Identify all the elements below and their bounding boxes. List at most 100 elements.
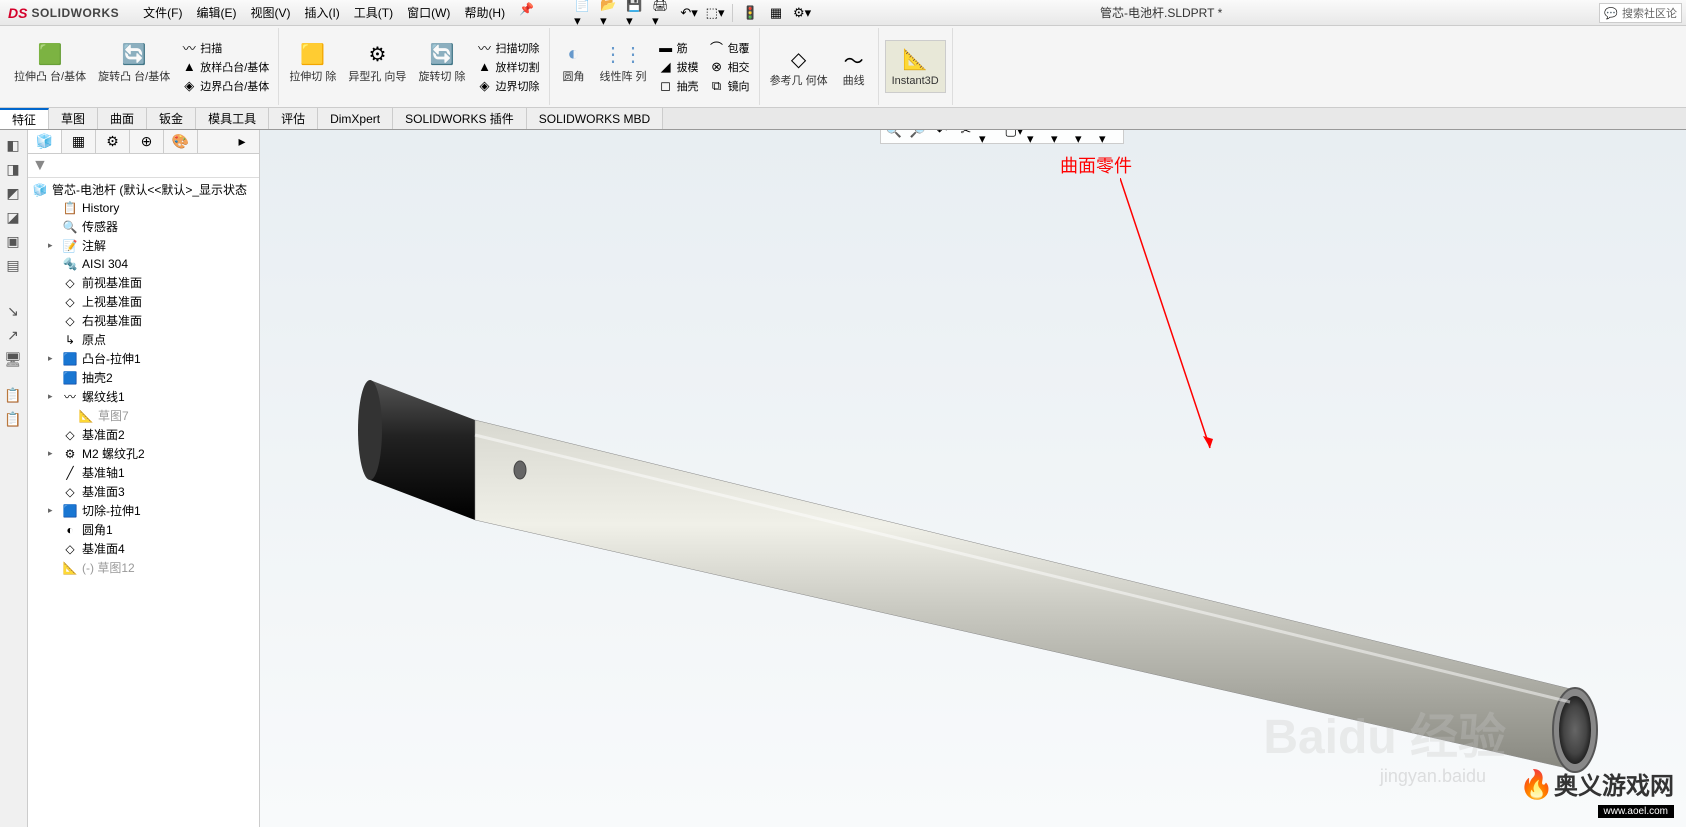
tree-item-8[interactable]: ▸🟦凸台-拉伸1: [28, 349, 259, 368]
rebuild-button[interactable]: 🚦: [739, 3, 761, 23]
tree-item-1[interactable]: 🔍传感器: [28, 217, 259, 236]
cut-revolve-button[interactable]: 🔄旋转切 除: [414, 39, 469, 95]
tab-mbd[interactable]: SOLIDWORKS MBD: [527, 108, 663, 129]
draft-button[interactable]: ◢拔模: [655, 58, 702, 76]
rail-btn-11[interactable]: 📋: [2, 408, 24, 430]
boundary-button[interactable]: ◈边界凸台/基体: [178, 77, 272, 95]
mirror-button[interactable]: ⧉镜向: [706, 77, 753, 95]
boss-extrude-button[interactable]: 🟩拉伸凸 台/基体: [10, 39, 90, 95]
prev-view-button[interactable]: ↶: [931, 130, 953, 141]
curves-button[interactable]: 〜曲线: [836, 43, 872, 89]
tree-item-9[interactable]: 🟦抽壳2: [28, 368, 259, 387]
rail-btn-2[interactable]: ◨: [2, 158, 24, 180]
shell-button[interactable]: ◻抽壳: [655, 77, 702, 95]
panel-tab-property[interactable]: ▦: [62, 130, 96, 153]
tab-features[interactable]: 特征: [0, 108, 49, 129]
zoom-area-button[interactable]: 🔎: [907, 130, 929, 141]
menu-insert[interactable]: 插入(I): [298, 2, 345, 23]
menu-edit[interactable]: 编辑(E): [190, 2, 242, 23]
tab-surface[interactable]: 曲面: [98, 108, 147, 129]
fillet-button[interactable]: ◐圆角: [556, 39, 592, 95]
tree-item-13[interactable]: ▸⚙M2 螺纹孔2: [28, 444, 259, 463]
tab-sketch[interactable]: 草图: [49, 108, 98, 129]
tree-item-6[interactable]: ◇右视基准面: [28, 311, 259, 330]
display-style-button[interactable]: ▢▾: [1003, 130, 1025, 141]
panel-tab-tree[interactable]: 🧊: [28, 130, 62, 153]
boss-revolve-button[interactable]: 🔄旋转凸 台/基体: [94, 39, 174, 95]
settings-button[interactable]: ⚙▾: [791, 3, 813, 23]
graphics-viewport[interactable]: 🔍 🔎 ↶ ✂ 🧊▾ ▢▾ 👁▾ 🎨▾ 🌄▾ 🖥▾ 曲面零件: [260, 130, 1686, 827]
section-view-button[interactable]: ✂: [955, 130, 977, 141]
view-orientation-button[interactable]: 🧊▾: [979, 130, 1001, 141]
tree-item-12[interactable]: ◇基准面2: [28, 425, 259, 444]
ref-geometry-button[interactable]: ◇参考几 何体: [766, 43, 832, 89]
tree-item-10[interactable]: ▸〰螺纹线1: [28, 387, 259, 406]
view-settings-button[interactable]: 🖥▾: [1099, 130, 1121, 141]
pin-icon[interactable]: 📌: [519, 2, 534, 23]
tab-plugins[interactable]: SOLIDWORKS 插件: [393, 108, 527, 129]
hole-wizard-button[interactable]: ⚙异型孔 向导: [344, 39, 410, 95]
rail-btn-4[interactable]: ◪: [2, 206, 24, 228]
cut-sweep-button[interactable]: 〰扫描切除: [474, 39, 543, 57]
hide-show-button[interactable]: 👁▾: [1027, 130, 1049, 141]
rail-btn-7[interactable]: ↘: [2, 300, 24, 322]
panel-tab-dim[interactable]: ⊕: [130, 130, 164, 153]
print-button[interactable]: 🖨▾: [652, 3, 674, 23]
tab-dimxpert[interactable]: DimXpert: [318, 108, 393, 129]
loft-button[interactable]: ▲放样凸台/基体: [178, 58, 272, 76]
tab-mold[interactable]: 模具工具: [196, 108, 269, 129]
undo-button[interactable]: ↶▾: [678, 3, 700, 23]
rail-btn-9[interactable]: 🖥: [2, 348, 24, 370]
intersect-button[interactable]: ⊗相交: [706, 58, 753, 76]
appearance-button[interactable]: 🎨▾: [1051, 130, 1073, 141]
sweep-button[interactable]: 〰扫描: [178, 39, 272, 57]
cut-loft-button[interactable]: ▲放样切割: [474, 58, 543, 76]
menu-help[interactable]: 帮助(H): [458, 2, 511, 23]
select-button[interactable]: ⬚▾: [704, 3, 726, 23]
tree-item-18[interactable]: ◇基准面4: [28, 539, 259, 558]
tree-item-7[interactable]: ↳原点: [28, 330, 259, 349]
menu-window[interactable]: 窗口(W): [401, 2, 456, 23]
zoom-fit-button[interactable]: 🔍: [883, 130, 905, 141]
tree-item-3[interactable]: 🔩AISI 304: [28, 255, 259, 273]
save-button[interactable]: 💾▾: [626, 3, 648, 23]
menu-view[interactable]: 视图(V): [244, 2, 296, 23]
rail-btn-8[interactable]: ↗: [2, 324, 24, 346]
wrap-button[interactable]: ⌒包覆: [706, 39, 753, 57]
tree-item-11[interactable]: 📐草图7: [28, 406, 259, 425]
tree-item-15[interactable]: ◇基准面3: [28, 482, 259, 501]
tree-item-19[interactable]: 📐(-) 草图12: [28, 558, 259, 577]
rail-btn-1[interactable]: ◧: [2, 134, 24, 156]
menu-file[interactable]: 文件(F): [137, 2, 188, 23]
rail-btn-10[interactable]: 📋: [2, 384, 24, 406]
scene-button[interactable]: 🌄▾: [1075, 130, 1097, 141]
rib-button[interactable]: ▬筋: [655, 39, 702, 57]
tab-evaluate[interactable]: 评估: [269, 108, 318, 129]
rail-btn-5[interactable]: ▣: [2, 230, 24, 252]
options-button[interactable]: ▦: [765, 3, 787, 23]
instant3d-button[interactable]: 📐Instant3D: [885, 40, 946, 92]
panel-tab-config[interactable]: ⚙: [96, 130, 130, 153]
tree-item-16[interactable]: ▸🟦切除-拉伸1: [28, 501, 259, 520]
tree-item-2[interactable]: ▸📝注解: [28, 236, 259, 255]
rail-btn-6[interactable]: ▤: [2, 254, 24, 276]
tab-sheetmetal[interactable]: 钣金: [147, 108, 196, 129]
panel-tab-display[interactable]: 🎨: [164, 130, 198, 153]
tree-root[interactable]: 🧊 管芯-电池杆 (默认<<默认>_显示状态: [28, 180, 259, 199]
new-button[interactable]: 📄▾: [574, 3, 596, 23]
tree-item-14[interactable]: ╱基准轴1: [28, 463, 259, 482]
tree-item-5[interactable]: ◇上视基准面: [28, 292, 259, 311]
tree-item-icon: ╱: [62, 465, 78, 481]
tree-item-17[interactable]: ◐圆角1: [28, 520, 259, 539]
cut-extrude-button[interactable]: 🟨拉伸切 除: [285, 39, 340, 95]
tree-filter[interactable]: ▼: [28, 154, 259, 178]
open-button[interactable]: 📂▾: [600, 3, 622, 23]
search-community[interactable]: 💬 搜索社区论: [1599, 3, 1682, 23]
cut-boundary-button[interactable]: ◈边界切除: [474, 77, 543, 95]
panel-tab-expand[interactable]: ▸: [225, 130, 259, 153]
rail-btn-3[interactable]: ◩: [2, 182, 24, 204]
linear-pattern-button[interactable]: ⋮⋮线性阵 列: [596, 39, 651, 95]
tree-item-4[interactable]: ◇前视基准面: [28, 273, 259, 292]
menu-tools[interactable]: 工具(T): [348, 2, 399, 23]
tree-item-0[interactable]: 📋History: [28, 199, 259, 217]
